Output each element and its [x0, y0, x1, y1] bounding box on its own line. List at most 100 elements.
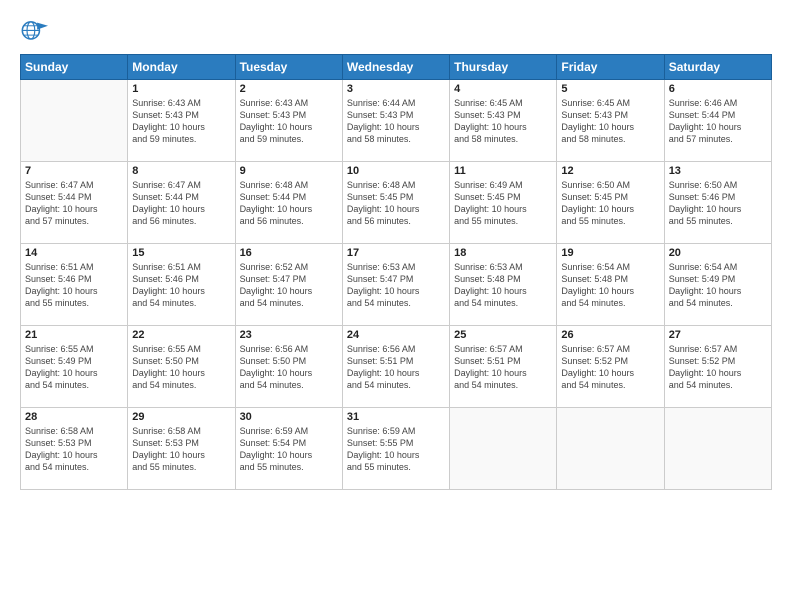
day-info: Sunrise: 6:51 AM Sunset: 5:46 PM Dayligh…	[132, 261, 230, 310]
calendar-table: SundayMondayTuesdayWednesdayThursdayFrid…	[20, 54, 772, 490]
week-row-2: 7 Sunrise: 6:47 AM Sunset: 5:44 PM Daylig…	[21, 162, 772, 244]
day-info: Sunrise: 6:55 AM Sunset: 5:50 PM Dayligh…	[132, 343, 230, 392]
calendar-cell	[557, 408, 664, 490]
day-number: 30	[240, 411, 338, 423]
calendar-cell: 18 Sunrise: 6:53 AM Sunset: 5:48 PM Dayli…	[450, 244, 557, 326]
day-number: 4	[454, 83, 552, 95]
day-info: Sunrise: 6:45 AM Sunset: 5:43 PM Dayligh…	[561, 97, 659, 146]
weekday-header-tuesday: Tuesday	[235, 55, 342, 80]
day-info: Sunrise: 6:49 AM Sunset: 5:45 PM Dayligh…	[454, 179, 552, 228]
weekday-header-saturday: Saturday	[664, 55, 771, 80]
day-info: Sunrise: 6:52 AM Sunset: 5:47 PM Dayligh…	[240, 261, 338, 310]
calendar-body: 1 Sunrise: 6:43 AM Sunset: 5:43 PM Daylig…	[21, 80, 772, 490]
calendar-header: SundayMondayTuesdayWednesdayThursdayFrid…	[21, 55, 772, 80]
calendar-cell: 14 Sunrise: 6:51 AM Sunset: 5:46 PM Dayli…	[21, 244, 128, 326]
week-row-5: 28 Sunrise: 6:58 AM Sunset: 5:53 PM Dayli…	[21, 408, 772, 490]
day-info: Sunrise: 6:44 AM Sunset: 5:43 PM Dayligh…	[347, 97, 445, 146]
day-info: Sunrise: 6:51 AM Sunset: 5:46 PM Dayligh…	[25, 261, 123, 310]
calendar-cell	[664, 408, 771, 490]
calendar-cell: 2 Sunrise: 6:43 AM Sunset: 5:43 PM Daylig…	[235, 80, 342, 162]
day-info: Sunrise: 6:46 AM Sunset: 5:44 PM Dayligh…	[669, 97, 767, 146]
day-number: 27	[669, 329, 767, 341]
day-info: Sunrise: 6:54 AM Sunset: 5:49 PM Dayligh…	[669, 261, 767, 310]
weekday-header-wednesday: Wednesday	[342, 55, 449, 80]
day-number: 29	[132, 411, 230, 423]
day-number: 20	[669, 247, 767, 259]
day-number: 19	[561, 247, 659, 259]
calendar-cell: 16 Sunrise: 6:52 AM Sunset: 5:47 PM Dayli…	[235, 244, 342, 326]
page: SundayMondayTuesdayWednesdayThursdayFrid…	[0, 0, 792, 612]
day-number: 23	[240, 329, 338, 341]
day-number: 16	[240, 247, 338, 259]
day-number: 24	[347, 329, 445, 341]
day-info: Sunrise: 6:47 AM Sunset: 5:44 PM Dayligh…	[132, 179, 230, 228]
day-number: 26	[561, 329, 659, 341]
logo-icon	[20, 18, 48, 46]
day-number: 2	[240, 83, 338, 95]
weekday-header-monday: Monday	[128, 55, 235, 80]
day-number: 28	[25, 411, 123, 423]
day-number: 11	[454, 165, 552, 177]
calendar-cell: 20 Sunrise: 6:54 AM Sunset: 5:49 PM Dayli…	[664, 244, 771, 326]
weekday-row: SundayMondayTuesdayWednesdayThursdayFrid…	[21, 55, 772, 80]
day-number: 17	[347, 247, 445, 259]
calendar-cell: 10 Sunrise: 6:48 AM Sunset: 5:45 PM Dayli…	[342, 162, 449, 244]
day-number: 14	[25, 247, 123, 259]
day-number: 7	[25, 165, 123, 177]
calendar-cell: 9Sunrise: 6:48 AM Sunset: 5:44 PM Daylig…	[235, 162, 342, 244]
calendar-cell: 6 Sunrise: 6:46 AM Sunset: 5:44 PM Daylig…	[664, 80, 771, 162]
weekday-header-friday: Friday	[557, 55, 664, 80]
calendar-cell: 24 Sunrise: 6:56 AM Sunset: 5:51 PM Dayli…	[342, 326, 449, 408]
calendar-cell: 12 Sunrise: 6:50 AM Sunset: 5:45 PM Dayli…	[557, 162, 664, 244]
week-row-3: 14 Sunrise: 6:51 AM Sunset: 5:46 PM Dayli…	[21, 244, 772, 326]
day-number: 13	[669, 165, 767, 177]
week-row-1: 1 Sunrise: 6:43 AM Sunset: 5:43 PM Daylig…	[21, 80, 772, 162]
day-number: 8	[132, 165, 230, 177]
day-number: 12	[561, 165, 659, 177]
day-number: 31	[347, 411, 445, 423]
logo	[20, 18, 52, 46]
day-info: Sunrise: 6:56 AM Sunset: 5:50 PM Dayligh…	[240, 343, 338, 392]
day-info: Sunrise: 6:59 AM Sunset: 5:54 PM Dayligh…	[240, 425, 338, 474]
calendar-cell: 5Sunrise: 6:45 AM Sunset: 5:43 PM Daylig…	[557, 80, 664, 162]
day-info: Sunrise: 6:47 AM Sunset: 5:44 PM Dayligh…	[25, 179, 123, 228]
calendar-cell: 28 Sunrise: 6:58 AM Sunset: 5:53 PM Dayli…	[21, 408, 128, 490]
calendar-cell: 21Sunrise: 6:55 AM Sunset: 5:49 PM Dayli…	[21, 326, 128, 408]
calendar-cell: 30 Sunrise: 6:59 AM Sunset: 5:54 PM Dayli…	[235, 408, 342, 490]
weekday-header-sunday: Sunday	[21, 55, 128, 80]
week-row-4: 21Sunrise: 6:55 AM Sunset: 5:49 PM Dayli…	[21, 326, 772, 408]
day-info: Sunrise: 6:57 AM Sunset: 5:51 PM Dayligh…	[454, 343, 552, 392]
day-info: Sunrise: 6:58 AM Sunset: 5:53 PM Dayligh…	[25, 425, 123, 474]
day-info: Sunrise: 6:55 AM Sunset: 5:49 PM Dayligh…	[25, 343, 123, 392]
day-info: Sunrise: 6:43 AM Sunset: 5:43 PM Dayligh…	[132, 97, 230, 146]
day-number: 10	[347, 165, 445, 177]
day-info: Sunrise: 6:50 AM Sunset: 5:46 PM Dayligh…	[669, 179, 767, 228]
day-number: 9	[240, 165, 338, 177]
day-info: Sunrise: 6:53 AM Sunset: 5:48 PM Dayligh…	[454, 261, 552, 310]
calendar-cell: 1 Sunrise: 6:43 AM Sunset: 5:43 PM Daylig…	[128, 80, 235, 162]
day-number: 6	[669, 83, 767, 95]
calendar-cell: 26Sunrise: 6:57 AM Sunset: 5:52 PM Dayli…	[557, 326, 664, 408]
day-info: Sunrise: 6:56 AM Sunset: 5:51 PM Dayligh…	[347, 343, 445, 392]
calendar-cell: 17Sunrise: 6:53 AM Sunset: 5:47 PM Dayli…	[342, 244, 449, 326]
calendar-cell: 25Sunrise: 6:57 AM Sunset: 5:51 PM Dayli…	[450, 326, 557, 408]
day-info: Sunrise: 6:59 AM Sunset: 5:55 PM Dayligh…	[347, 425, 445, 474]
day-number: 15	[132, 247, 230, 259]
day-info: Sunrise: 6:43 AM Sunset: 5:43 PM Dayligh…	[240, 97, 338, 146]
day-info: Sunrise: 6:48 AM Sunset: 5:45 PM Dayligh…	[347, 179, 445, 228]
day-number: 1	[132, 83, 230, 95]
day-number: 18	[454, 247, 552, 259]
day-info: Sunrise: 6:57 AM Sunset: 5:52 PM Dayligh…	[669, 343, 767, 392]
calendar-cell: 22Sunrise: 6:55 AM Sunset: 5:50 PM Dayli…	[128, 326, 235, 408]
calendar-cell: 15 Sunrise: 6:51 AM Sunset: 5:46 PM Dayli…	[128, 244, 235, 326]
calendar-cell: 4Sunrise: 6:45 AM Sunset: 5:43 PM Daylig…	[450, 80, 557, 162]
calendar-cell: 27 Sunrise: 6:57 AM Sunset: 5:52 PM Dayli…	[664, 326, 771, 408]
calendar-cell: 8 Sunrise: 6:47 AM Sunset: 5:44 PM Daylig…	[128, 162, 235, 244]
calendar-cell: 3Sunrise: 6:44 AM Sunset: 5:43 PM Daylig…	[342, 80, 449, 162]
calendar-cell: 29Sunrise: 6:58 AM Sunset: 5:53 PM Dayli…	[128, 408, 235, 490]
header	[20, 18, 772, 46]
day-info: Sunrise: 6:50 AM Sunset: 5:45 PM Dayligh…	[561, 179, 659, 228]
weekday-header-thursday: Thursday	[450, 55, 557, 80]
calendar-cell	[21, 80, 128, 162]
calendar-cell: 31 Sunrise: 6:59 AM Sunset: 5:55 PM Dayli…	[342, 408, 449, 490]
